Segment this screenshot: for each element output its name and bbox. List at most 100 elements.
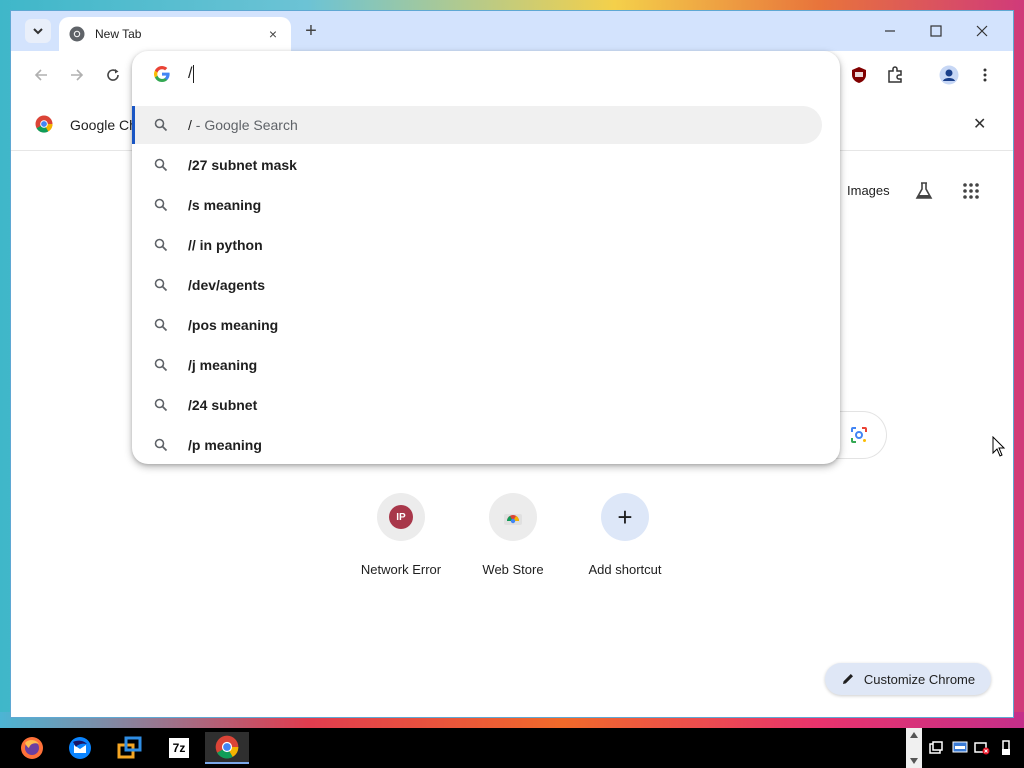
- customize-chrome-label: Customize Chrome: [863, 671, 976, 687]
- suggestion-item[interactable]: /j meaning: [132, 346, 822, 384]
- plus-icon: +: [617, 502, 633, 532]
- taskbar-7zip[interactable]: 7z: [157, 732, 201, 764]
- images-link[interactable]: Images: [847, 183, 890, 198]
- pencil-icon: [842, 674, 853, 684]
- shortcut-icon-tile: +: [601, 493, 649, 541]
- search-icon: [154, 278, 168, 292]
- search-icon: [154, 118, 168, 132]
- chrome-icon: [215, 735, 239, 759]
- extensions-button[interactable]: [881, 61, 909, 89]
- tab-search-button[interactable]: [25, 19, 51, 43]
- suggestion-item[interactable]: /s meaning: [132, 186, 822, 224]
- search-icon: [154, 238, 168, 252]
- search-icon: [154, 198, 168, 212]
- forward-button[interactable]: [63, 61, 91, 89]
- info-bar-text: Google Ch: [70, 117, 137, 133]
- tray-usb-icon[interactable]: [996, 732, 1016, 764]
- suggestion-text: /24 subnet: [188, 397, 257, 413]
- taskbar-firefox[interactable]: [10, 732, 54, 764]
- suggestion-text: /dev/agents: [188, 277, 265, 293]
- suggestion-text: /s meaning: [188, 197, 261, 213]
- tab-new-tab[interactable]: New Tab ×: [59, 17, 291, 51]
- shortcut-label: Add shortcut: [588, 562, 662, 577]
- browser-window: New Tab × + Google Ch ✕ Images IP Networ…: [10, 10, 1014, 718]
- suggestion-item[interactable]: /pos meaning: [132, 306, 822, 344]
- search-icon: [154, 358, 168, 372]
- tab-close-icon[interactable]: ×: [265, 26, 281, 42]
- web-store-icon: [504, 514, 522, 525]
- suggestion-query: /s meaning: [188, 197, 262, 213]
- taskbar-chrome[interactable]: [205, 732, 249, 764]
- ublock-extension-button[interactable]: [845, 61, 873, 89]
- maximize-button[interactable]: [913, 11, 959, 51]
- close-window-button[interactable]: [959, 11, 1005, 51]
- address-bar-value: /: [188, 65, 193, 82]
- taskbar: 7z: [0, 728, 1024, 768]
- info-bar-close-icon[interactable]: ✕: [973, 114, 986, 134]
- suggestion-text: /pos meaning: [188, 317, 278, 333]
- menu-button[interactable]: [971, 61, 999, 89]
- omnibox-dropdown: / / - Google Search/27 subnet mask/s mea…: [132, 51, 840, 464]
- shortcut-icon-tile: IP: [377, 493, 425, 541]
- suggestion-text: /27 subnet mask: [188, 157, 297, 173]
- suggestion-suffix: - Google Search: [191, 117, 298, 133]
- labs-flask-icon[interactable]: [914, 181, 934, 204]
- shortcut-web-store[interactable]: Web Store: [457, 493, 569, 577]
- maximize-icon: [930, 25, 942, 37]
- forward-arrow-icon: [71, 69, 84, 81]
- shortcut-icon-tile: [489, 493, 537, 541]
- firefox-icon: [21, 737, 43, 759]
- taskbar-vm-app[interactable]: [108, 732, 152, 764]
- shortcut-network-error[interactable]: IP Network Error: [345, 493, 457, 577]
- google-lens-icon: [850, 427, 867, 443]
- back-button[interactable]: [27, 61, 55, 89]
- suggestion-query: /dev/agents: [188, 277, 266, 293]
- virtual-machine-icon: [117, 736, 142, 759]
- suggestion-text: /j meaning: [188, 357, 257, 373]
- reload-button[interactable]: [99, 61, 127, 89]
- tray-network-warning-icon[interactable]: [972, 732, 992, 764]
- back-arrow-icon: [34, 69, 47, 81]
- new-tab-button[interactable]: +: [301, 20, 321, 42]
- taskbar-scroll[interactable]: [906, 728, 922, 768]
- minimize-button[interactable]: [867, 11, 913, 51]
- apps-grid-icon[interactable]: [962, 182, 980, 203]
- tray-display-icon[interactable]: [950, 732, 970, 764]
- suggestion-query: /27 subnet mask: [188, 157, 297, 173]
- suggestion-item[interactable]: /27 subnet mask: [132, 146, 822, 184]
- profile-button[interactable]: [935, 61, 963, 89]
- suggestion-item[interactable]: // in python: [132, 226, 822, 264]
- minimize-icon: [885, 30, 895, 32]
- customize-chrome-button[interactable]: Customize Chrome: [825, 663, 991, 695]
- chevron-down-icon: [910, 758, 918, 764]
- tray-windows-icon[interactable]: [926, 732, 946, 764]
- address-bar[interactable]: /: [132, 51, 840, 97]
- chevron-up-icon: [910, 732, 918, 738]
- suggestion-query: /pos meaning: [188, 317, 279, 333]
- shortcut-label: Web Store: [482, 562, 544, 577]
- suggestion-item[interactable]: / - Google Search: [132, 106, 822, 144]
- close-icon: [976, 25, 988, 37]
- suggestion-query: /j meaning: [188, 357, 258, 373]
- puzzle-icon: [888, 66, 902, 83]
- thunderbird-icon: [69, 737, 91, 759]
- suggestion-query: /24 subnet: [188, 397, 258, 413]
- chrome-favicon-icon: [69, 26, 85, 42]
- suggestion-query: // in python: [188, 237, 263, 253]
- chevron-down-icon: [33, 28, 43, 35]
- kebab-menu-icon: [983, 68, 987, 82]
- suggestion-item[interactable]: /24 subnet: [132, 386, 822, 424]
- text-caret: [193, 65, 195, 83]
- shortcut-label: Network Error: [360, 562, 442, 577]
- ublock-shield-icon: [852, 67, 866, 83]
- mouse-cursor-icon: [992, 436, 1006, 457]
- suggestion-query: /p meaning: [188, 437, 262, 453]
- taskbar-thunderbird[interactable]: [58, 732, 102, 764]
- avatar-icon: [939, 65, 959, 85]
- add-shortcut-button[interactable]: + Add shortcut: [569, 493, 681, 577]
- tab-title: New Tab: [95, 27, 142, 41]
- suggestion-text: // in python: [188, 237, 263, 253]
- suggestion-item[interactable]: /dev/agents: [132, 266, 822, 304]
- search-icon: [154, 158, 168, 172]
- suggestion-item[interactable]: /p meaning: [132, 426, 822, 464]
